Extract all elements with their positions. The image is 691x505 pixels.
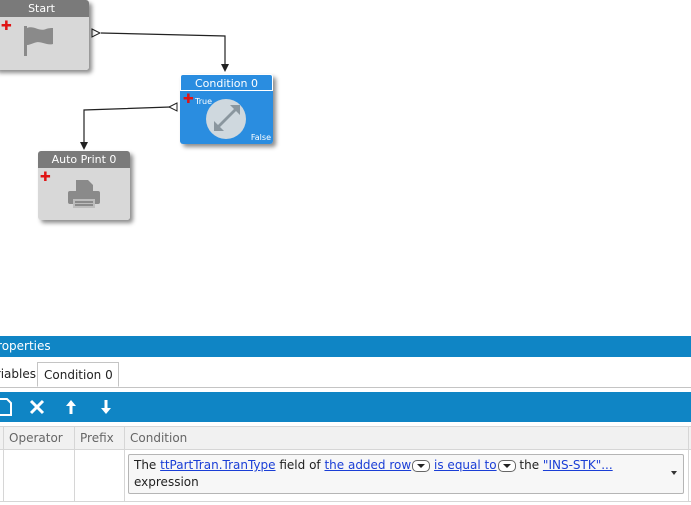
condition-node[interactable]: Condition 0 ✚ True False xyxy=(180,74,273,144)
properties-panel: Properties Variables Condition 0 Operato… xyxy=(0,330,691,505)
row-kind-dropdown-icon[interactable] xyxy=(412,459,431,472)
move-up-button[interactable] xyxy=(60,396,82,418)
condition-text: expression xyxy=(134,475,199,489)
move-up-icon xyxy=(66,400,76,414)
start-node-body: ✚ xyxy=(0,17,89,70)
prefix-cell[interactable] xyxy=(74,449,124,501)
field-link[interactable]: ttPartTran.TranType xyxy=(160,458,275,472)
start-output-port[interactable] xyxy=(91,28,102,38)
connector-condition-to-print xyxy=(80,106,171,150)
false-port-label: False xyxy=(250,133,271,142)
condition-icon xyxy=(206,99,246,139)
flag-icon xyxy=(24,26,53,56)
comparison-dropdown-icon[interactable] xyxy=(497,459,516,472)
tab-variables[interactable]: Variables xyxy=(0,362,36,386)
tab-label: Condition 0 xyxy=(44,368,113,382)
new-button[interactable] xyxy=(0,396,16,418)
properties-header: Properties xyxy=(0,336,691,357)
row-kind-link[interactable]: the added row xyxy=(324,458,411,472)
move-down-button[interactable] xyxy=(95,396,117,418)
tab-label: Variables xyxy=(0,367,36,381)
operator-cell[interactable] xyxy=(3,449,74,501)
condition-input-port[interactable] xyxy=(167,102,178,112)
delete-button[interactable] xyxy=(26,396,48,418)
start-node[interactable]: Start ✚ xyxy=(0,0,89,70)
connector-start-to-condition xyxy=(100,32,229,72)
condition-text: the xyxy=(515,458,543,472)
column-header-prefix[interactable]: Prefix xyxy=(74,427,124,449)
column-header-operator[interactable]: Operator xyxy=(3,427,74,449)
auto-print-node[interactable]: Auto Print 0 ✚ xyxy=(38,151,130,220)
condition-node-body: ✚ True False xyxy=(180,91,273,144)
printer-icon xyxy=(68,180,100,208)
column-header-condition[interactable]: Condition xyxy=(124,427,688,449)
properties-toolbar xyxy=(0,392,691,422)
properties-title: Properties xyxy=(0,339,51,353)
start-node-title: Start xyxy=(0,0,89,17)
condition-text: The xyxy=(134,458,161,472)
comparison-link[interactable]: is equal to xyxy=(434,458,497,472)
tab-condition[interactable]: Condition 0 xyxy=(37,362,119,387)
chevron-down-icon[interactable] xyxy=(671,471,677,475)
condition-expression-editor[interactable]: The ttPartTran.TranType field of the add… xyxy=(128,454,684,494)
move-down-icon xyxy=(101,400,111,414)
workflow-canvas[interactable]: Start ✚ Condition 0 ✚ True False Auto Pr… xyxy=(0,0,691,330)
condition-text: field of xyxy=(275,458,325,472)
tabs-divider xyxy=(0,387,691,388)
add-icon[interactable]: ✚ xyxy=(183,93,194,106)
auto-print-node-title: Auto Print 0 xyxy=(38,151,130,168)
conditions-grid-header: Operator Prefix Condition xyxy=(0,426,691,450)
add-icon[interactable]: ✚ xyxy=(40,171,51,184)
value-link[interactable]: "INS-STK"... xyxy=(543,458,613,472)
table-row[interactable]: The ttPartTran.TranType field of the add… xyxy=(0,449,691,502)
delete-icon xyxy=(29,399,45,415)
condition-node-title: Condition 0 xyxy=(180,74,273,91)
new-icon xyxy=(0,398,12,416)
add-icon[interactable]: ✚ xyxy=(1,20,12,33)
auto-print-node-body: ✚ xyxy=(38,168,130,220)
